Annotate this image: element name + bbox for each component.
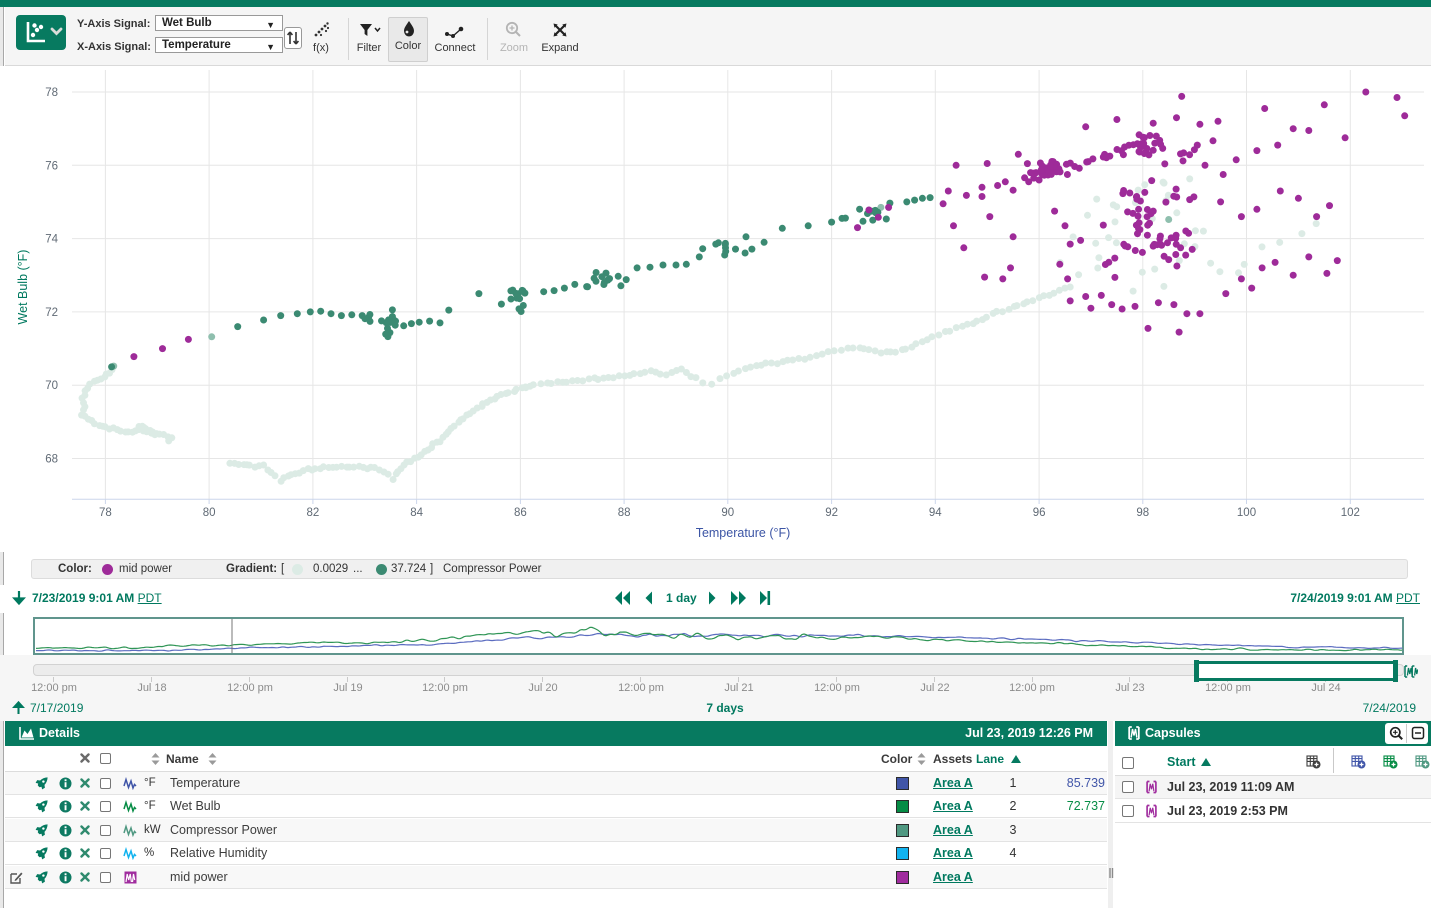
svg-text:84: 84 [410, 507, 423, 519]
svg-text:74: 74 [45, 234, 58, 246]
svg-text:72: 72 [45, 307, 58, 319]
svg-text:100: 100 [1237, 507, 1256, 519]
svg-text:70: 70 [45, 380, 58, 392]
svg-text:96: 96 [1033, 507, 1046, 519]
svg-text:82: 82 [307, 507, 320, 519]
svg-text:Temperature (°F): Temperature (°F) [696, 526, 791, 540]
svg-text:76: 76 [45, 160, 58, 172]
svg-text:78: 78 [99, 507, 112, 519]
svg-text:92: 92 [825, 507, 838, 519]
svg-text:80: 80 [203, 507, 216, 519]
svg-text:88: 88 [618, 507, 631, 519]
svg-text:68: 68 [45, 454, 58, 466]
svg-text:Wet Bulb (°F): Wet Bulb (°F) [16, 250, 30, 325]
svg-text:98: 98 [1136, 507, 1149, 519]
svg-text:86: 86 [514, 507, 527, 519]
svg-text:102: 102 [1341, 507, 1360, 519]
svg-text:78: 78 [45, 87, 58, 99]
svg-text:90: 90 [721, 507, 734, 519]
svg-text:94: 94 [929, 507, 942, 519]
